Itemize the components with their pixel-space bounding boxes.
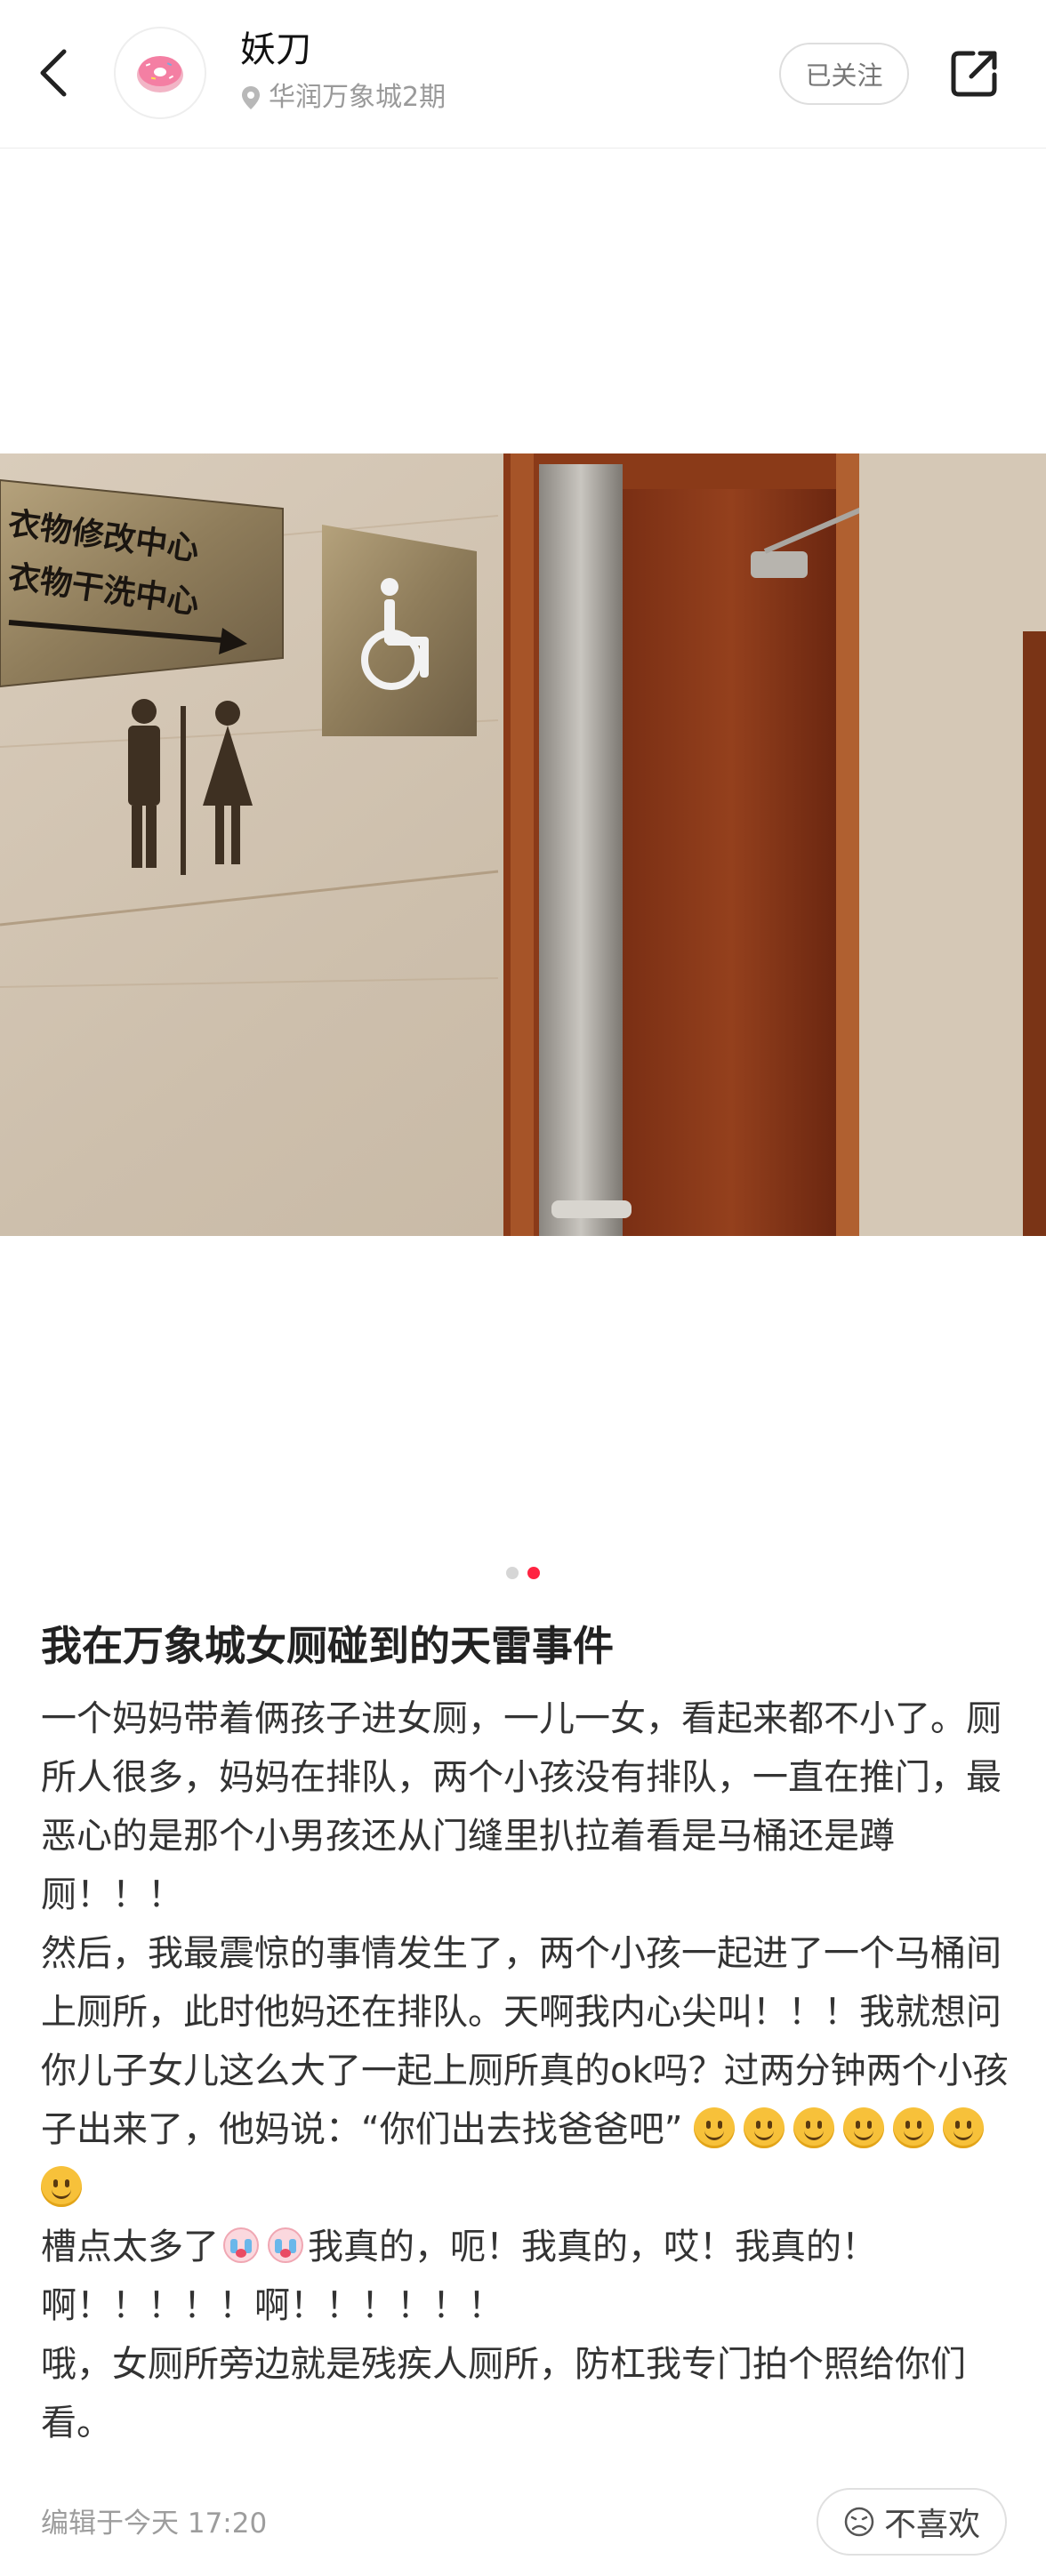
restroom-photo: 衣物修改中心 衣物干洗中心 — [0, 453, 1046, 1236]
share-icon[interactable] — [946, 44, 1003, 101]
donut-icon — [137, 56, 183, 92]
carousel-indicator — [0, 1567, 1046, 1579]
crying-emoji-icon — [268, 2227, 303, 2263]
smile-emoji-icon — [744, 2107, 785, 2148]
avatar[interactable] — [114, 27, 206, 119]
paragraph-3: 槽点太多了 我真的，呃！我真的，哎！我真的！啊！！！！！啊！！！！！！ — [41, 2218, 1010, 2335]
smile-emoji-icon — [41, 2166, 82, 2207]
smile-emoji-icon — [694, 2107, 736, 2148]
paragraph-4: 哦，女厕所旁边就是残疾人厕所，防杠我专门拍个照给你们看。 — [41, 2344, 966, 2444]
post-body: 一个妈妈带着俩孩子进女厕，一儿一女，看起来都不小了。厕所人很多，妈妈在排队，两个… — [41, 1689, 1010, 2452]
follow-button[interactable]: 已关注 — [779, 43, 909, 105]
paragraph-1: 一个妈妈带着俩孩子进女厕，一儿一女，看起来都不小了。厕所人很多，妈妈在排队，两个… — [41, 1698, 1002, 1915]
post-title: 我在万象城女厕碰到的天雷事件 — [41, 1622, 614, 1670]
sad-face-icon — [844, 2507, 874, 2537]
smile-emoji-icon — [793, 2107, 835, 2148]
smile-emoji-icon — [943, 2107, 985, 2148]
carousel-dot[interactable] — [506, 1567, 519, 1579]
post-photo[interactable]: 衣物修改中心 衣物干洗中心 — [0, 453, 1046, 1236]
location-row[interactable]: 华润万象城2期 — [240, 80, 446, 116]
dislike-label: 不喜欢 — [883, 2507, 980, 2543]
edit-time: 编辑于今天 17:20 — [41, 2508, 268, 2540]
location-text: 华润万象城2期 — [269, 82, 447, 113]
carousel-dot-active[interactable] — [527, 1567, 540, 1579]
dislike-button[interactable]: 不喜欢 — [817, 2488, 1007, 2556]
top-bar: 妖刀 华润万象城2期 已关注 — [0, 0, 1046, 148]
paragraph-2: 然后，我最震惊的事情发生了，两个小孩一起进了一个马桶间上厕所，此时他妈还在排队。… — [41, 1924, 1010, 2218]
smile-emoji-icon — [843, 2107, 885, 2148]
smile-emoji-icon — [893, 2107, 935, 2148]
crying-emoji-icon — [223, 2227, 259, 2263]
location-pin-icon — [242, 86, 260, 109]
paragraph-3-start: 槽点太多了 — [41, 2227, 219, 2267]
back-arrow-icon[interactable] — [32, 46, 78, 100]
author-name[interactable]: 妖刀 — [240, 27, 311, 73]
